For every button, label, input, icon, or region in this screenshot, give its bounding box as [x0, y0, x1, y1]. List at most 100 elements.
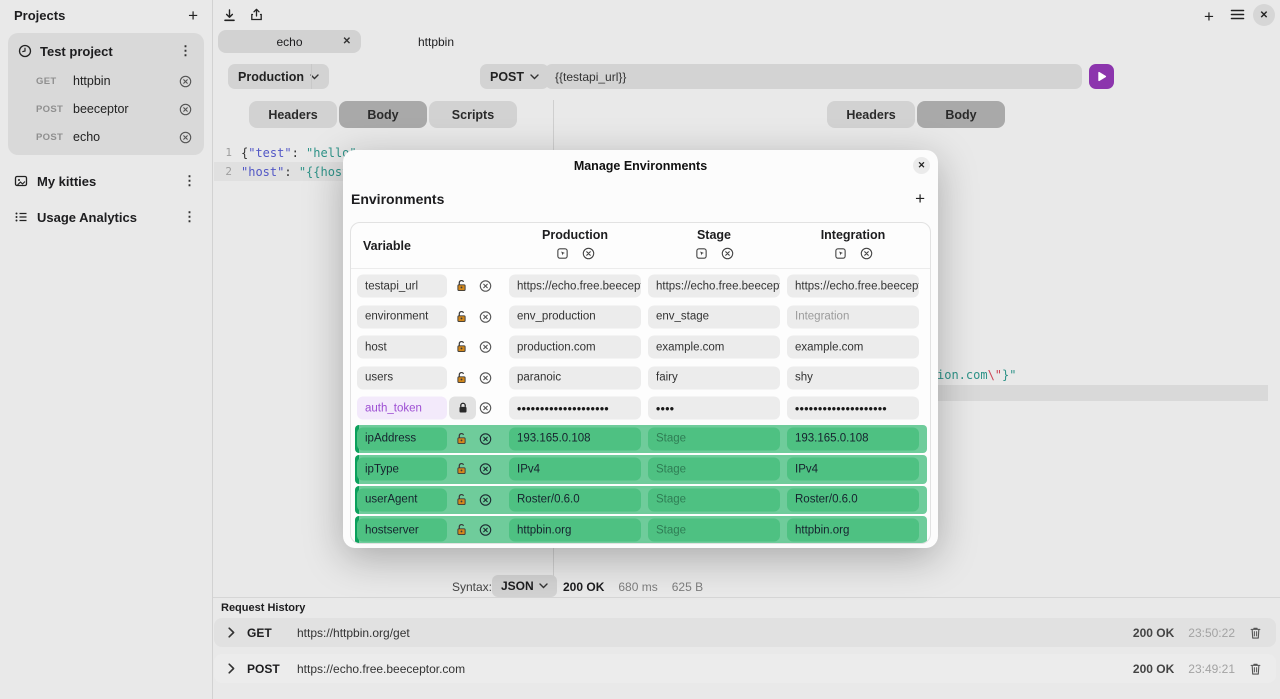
- syntax-select[interactable]: JSON: [492, 575, 557, 597]
- delete-request-icon[interactable]: [179, 131, 192, 144]
- expand-chevron-icon[interactable]: [228, 627, 235, 638]
- delete-environment-icon[interactable]: [582, 247, 595, 260]
- window-add-button[interactable]: +: [1204, 7, 1214, 27]
- unlock-icon[interactable]: [455, 279, 471, 293]
- response-tab-headers[interactable]: Headers: [827, 101, 915, 128]
- clone-environment-icon[interactable]: [556, 247, 569, 260]
- import-download-icon[interactable]: [222, 8, 237, 23]
- modal-close-button[interactable]: ✕: [913, 157, 930, 174]
- request-item-httpbin[interactable]: GET httpbin: [8, 67, 204, 95]
- request-item-echo[interactable]: POST echo: [8, 123, 204, 151]
- send-request-button[interactable]: [1089, 64, 1114, 89]
- delete-variable-icon[interactable]: [479, 432, 494, 445]
- clone-environment-icon[interactable]: [695, 247, 708, 260]
- variable-name-input[interactable]: environment: [357, 305, 447, 328]
- delete-history-icon[interactable]: [1249, 626, 1262, 640]
- variable-name-input[interactable]: auth_token: [357, 397, 447, 420]
- variable-value-input[interactable]: ••••••••••••••••••••: [509, 397, 641, 420]
- variable-name-input[interactable]: ipAddress: [357, 427, 447, 450]
- lock-icon[interactable]: [449, 397, 476, 420]
- delete-variable-icon[interactable]: [479, 463, 494, 476]
- variable-value-input[interactable]: example.com: [787, 336, 919, 359]
- variable-name-input[interactable]: users: [357, 366, 447, 389]
- project-header[interactable]: Test project ⋮: [8, 35, 204, 67]
- variable-value-input[interactable]: httpbin.org: [787, 519, 919, 542]
- variable-value-input[interactable]: https://echo.free.beecepto: [787, 275, 919, 298]
- delete-history-icon[interactable]: [1249, 662, 1262, 676]
- delete-request-icon[interactable]: [179, 103, 192, 116]
- http-method-select[interactable]: POST: [480, 64, 549, 89]
- variable-value-input[interactable]: Integration: [787, 305, 919, 328]
- unlock-icon[interactable]: [455, 432, 471, 446]
- request-tab-headers[interactable]: Headers: [249, 101, 337, 128]
- variable-value-input[interactable]: httpbin.org: [509, 519, 641, 542]
- history-row[interactable]: GET https://httpbin.org/get 200 OK 23:50…: [214, 618, 1276, 647]
- sidebar-item-my-kitties[interactable]: My kitties ⋮: [0, 163, 212, 199]
- variable-value-input[interactable]: 193.165.0.108: [787, 427, 919, 450]
- close-tab-icon[interactable]: ✕: [343, 36, 351, 47]
- variable-value-input[interactable]: example.com: [648, 336, 780, 359]
- variable-value-input[interactable]: Stage: [648, 488, 780, 511]
- my-kitties-menu-icon[interactable]: ⋮: [181, 173, 198, 189]
- unlock-icon[interactable]: [455, 462, 471, 476]
- variable-value-input[interactable]: IPv4: [787, 458, 919, 481]
- variable-name-input[interactable]: testapi_url: [357, 275, 447, 298]
- variable-value-input[interactable]: IPv4: [509, 458, 641, 481]
- variable-value-input[interactable]: https://echo.free.beecepto: [648, 275, 780, 298]
- add-project-button[interactable]: +: [188, 9, 198, 23]
- environment-select[interactable]: Production: [228, 64, 329, 89]
- variable-value-input[interactable]: Roster/0.6.0: [509, 488, 641, 511]
- project-menu-icon[interactable]: ⋮: [177, 43, 194, 59]
- variable-value-input[interactable]: paranoic: [509, 366, 641, 389]
- delete-request-icon[interactable]: [179, 75, 192, 88]
- variable-value-input[interactable]: Stage: [648, 519, 780, 542]
- variable-value-input[interactable]: ••••••••••••••••••••: [787, 397, 919, 420]
- url-input[interactable]: {{testapi_url}}: [545, 64, 1082, 89]
- delete-variable-icon[interactable]: [479, 280, 494, 293]
- variable-value-input[interactable]: shy: [787, 366, 919, 389]
- variable-value-input[interactable]: ••••: [648, 397, 780, 420]
- response-tab-body[interactable]: Body: [917, 101, 1005, 128]
- delete-environment-icon[interactable]: [721, 247, 734, 260]
- delete-environment-icon[interactable]: [860, 247, 873, 260]
- delete-variable-icon[interactable]: [479, 341, 494, 354]
- unlock-icon[interactable]: [455, 310, 471, 324]
- delete-variable-icon[interactable]: [479, 371, 494, 384]
- variable-value-input[interactable]: env_production: [509, 305, 641, 328]
- response-body-text[interactable]: ion.com\"}": [937, 368, 1016, 382]
- variable-value-input[interactable]: 193.165.0.108: [509, 427, 641, 450]
- export-share-icon[interactable]: [249, 7, 264, 22]
- variable-name-input[interactable]: userAgent: [357, 488, 447, 511]
- variable-name-input[interactable]: hostserver: [357, 519, 447, 542]
- expand-chevron-icon[interactable]: [228, 663, 235, 674]
- delete-variable-icon[interactable]: [479, 493, 494, 506]
- variable-value-input[interactable]: env_stage: [648, 305, 780, 328]
- unlock-icon[interactable]: [455, 340, 471, 354]
- variable-value-input[interactable]: production.com: [509, 336, 641, 359]
- variable-value-input[interactable]: fairy: [648, 366, 780, 389]
- hamburger-menu-icon[interactable]: [1230, 8, 1245, 21]
- variable-value-input[interactable]: Stage: [648, 458, 780, 481]
- delete-variable-icon[interactable]: [479, 310, 494, 323]
- usage-analytics-menu-icon[interactable]: ⋮: [181, 209, 198, 225]
- window-close-button[interactable]: ✕: [1253, 4, 1275, 26]
- delete-variable-icon[interactable]: [479, 524, 494, 537]
- unlock-icon[interactable]: [455, 523, 471, 537]
- add-environment-button[interactable]: +: [915, 189, 925, 209]
- request-item-beeceptor[interactable]: POST beeceptor: [8, 95, 204, 123]
- tab-echo[interactable]: echo ✕: [218, 30, 361, 53]
- variable-value-input[interactable]: Stage: [648, 427, 780, 450]
- request-tab-body[interactable]: Body: [339, 101, 427, 128]
- history-row[interactable]: POST https://echo.free.beeceptor.com 200…: [214, 654, 1276, 683]
- variable-name-input[interactable]: host: [357, 336, 447, 359]
- sidebar-item-usage-analytics[interactable]: Usage Analytics ⋮: [0, 199, 212, 235]
- delete-variable-icon[interactable]: [479, 402, 494, 415]
- tab-httpbin[interactable]: httpbin: [406, 30, 466, 53]
- variable-value-input[interactable]: https://echo.free.beecepto: [509, 275, 641, 298]
- unlock-icon[interactable]: [455, 493, 471, 507]
- unlock-icon[interactable]: [455, 371, 471, 385]
- request-tab-scripts[interactable]: Scripts: [429, 101, 517, 128]
- variable-name-input[interactable]: ipType: [357, 458, 447, 481]
- clone-environment-icon[interactable]: [834, 247, 847, 260]
- variable-value-input[interactable]: Roster/0.6.0: [787, 488, 919, 511]
